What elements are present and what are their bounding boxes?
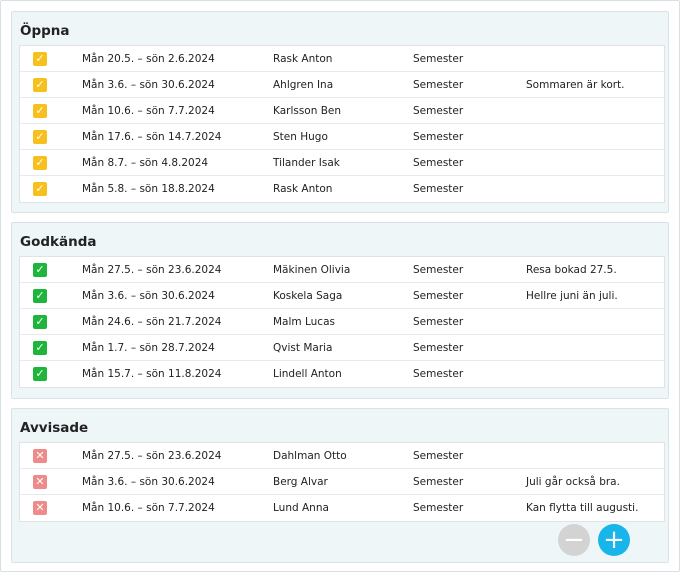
- absence-type: Semester: [413, 502, 464, 514]
- check-icon[interactable]: ✓: [33, 156, 47, 170]
- list-item[interactable]: ✕ Mån 3.6. – sön 30.6.2024 Berg Alvar Se…: [20, 469, 664, 495]
- list-item[interactable]: ✓ Mån 1.7. – sön 28.7.2024 Qvist Maria S…: [20, 335, 664, 361]
- minus-icon: −: [563, 525, 585, 555]
- app-frame: Öppna ✓ Mån 20.5. – sön 2.6.2024 Rask An…: [0, 0, 680, 572]
- check-icon[interactable]: ✓: [33, 367, 47, 381]
- check-icon[interactable]: ✓: [33, 182, 47, 196]
- section-title-rejected: Avvisade: [20, 420, 89, 436]
- date-range: Mån 3.6. – sön 30.6.2024: [82, 79, 215, 91]
- date-range: Mån 10.6. – sön 7.7.2024: [82, 502, 215, 514]
- employee-name: Qvist Maria: [273, 342, 333, 354]
- list-item[interactable]: ✓ Mån 20.5. – sön 2.6.2024 Rask Anton Se…: [20, 46, 664, 72]
- section-approved: Godkända ✓ Mån 27.5. – sön 23.6.2024 Mäk…: [11, 222, 669, 399]
- date-range: Mån 8.7. – sön 4.8.2024: [82, 157, 209, 169]
- date-range: Mån 1.7. – sön 28.7.2024: [82, 342, 215, 354]
- list-item[interactable]: ✕ Mån 10.6. – sön 7.7.2024 Lund Anna Sem…: [20, 495, 664, 521]
- plus-icon: +: [603, 525, 625, 555]
- employee-name: Mäkinen Olivia: [273, 264, 351, 276]
- employee-name: Karlsson Ben: [273, 105, 342, 117]
- employee-name: Rask Anton: [273, 53, 333, 65]
- check-icon[interactable]: ✓: [33, 104, 47, 118]
- date-range: Mån 15.7. – sön 11.8.2024: [82, 368, 222, 380]
- section-title-open: Öppna: [20, 23, 70, 39]
- check-icon[interactable]: ✓: [33, 341, 47, 355]
- check-icon[interactable]: ✓: [33, 78, 47, 92]
- list-approved: ✓ Mån 27.5. – sön 23.6.2024 Mäkinen Oliv…: [19, 256, 665, 388]
- list-item[interactable]: ✓ Mån 15.7. – sön 11.8.2024 Lindell Anto…: [20, 361, 664, 387]
- date-range: Mån 10.6. – sön 7.7.2024: [82, 105, 215, 117]
- absence-type: Semester: [413, 79, 464, 91]
- cross-icon[interactable]: ✕: [33, 475, 47, 489]
- check-icon[interactable]: ✓: [33, 52, 47, 66]
- check-icon[interactable]: ✓: [33, 289, 47, 303]
- check-icon[interactable]: ✓: [33, 263, 47, 277]
- list-item[interactable]: ✓ Mån 3.6. – sön 30.6.2024 Ahlgren Ina S…: [20, 72, 664, 98]
- employee-name: Koskela Saga: [273, 290, 343, 302]
- list-item[interactable]: ✓ Mån 5.8. – sön 18.8.2024 Rask Anton Se…: [20, 176, 664, 202]
- list-item[interactable]: ✓ Mån 17.6. – sön 14.7.2024 Sten Hugo Se…: [20, 124, 664, 150]
- absence-type: Semester: [413, 105, 464, 117]
- employee-name: Rask Anton: [273, 183, 333, 195]
- date-range: Mån 3.6. – sön 30.6.2024: [82, 476, 215, 488]
- employee-name: Malm Lucas: [273, 316, 335, 328]
- absence-type: Semester: [413, 131, 464, 143]
- list-item[interactable]: ✓ Mån 8.7. – sön 4.8.2024 Tilander Isak …: [20, 150, 664, 176]
- remove-button[interactable]: −: [558, 524, 590, 556]
- employee-name: Lindell Anton: [273, 368, 342, 380]
- check-icon[interactable]: ✓: [33, 130, 47, 144]
- employee-name: Dahlman Otto: [273, 450, 347, 462]
- employee-name: Ahlgren Ina: [273, 79, 334, 91]
- employee-name: Sten Hugo: [273, 131, 328, 143]
- employee-name: Tilander Isak: [273, 157, 340, 169]
- employee-name: Berg Alvar: [273, 476, 328, 488]
- absence-type: Semester: [413, 368, 464, 380]
- absence-type: Semester: [413, 476, 464, 488]
- employee-name: Lund Anna: [273, 502, 329, 514]
- absence-type: Semester: [413, 264, 464, 276]
- date-range: Mån 5.8. – sön 18.8.2024: [82, 183, 215, 195]
- absence-type: Semester: [413, 316, 464, 328]
- cross-icon[interactable]: ✕: [33, 501, 47, 515]
- note: Hellre juni än juli.: [526, 290, 618, 302]
- section-title-approved: Godkända: [20, 234, 97, 250]
- absence-type: Semester: [413, 450, 464, 462]
- absence-type: Semester: [413, 53, 464, 65]
- date-range: Mån 24.6. – sön 21.7.2024: [82, 316, 222, 328]
- note: Sommaren är kort.: [526, 79, 625, 91]
- list-item[interactable]: ✓ Mån 27.5. – sön 23.6.2024 Mäkinen Oliv…: [20, 257, 664, 283]
- list-item[interactable]: ✓ Mån 3.6. – sön 30.6.2024 Koskela Saga …: [20, 283, 664, 309]
- date-range: Mån 17.6. – sön 14.7.2024: [82, 131, 222, 143]
- absence-type: Semester: [413, 290, 464, 302]
- note: Kan flytta till augusti.: [526, 502, 639, 514]
- add-button[interactable]: +: [598, 524, 630, 556]
- list-item[interactable]: ✕ Mån 27.5. – sön 23.6.2024 Dahlman Otto…: [20, 443, 664, 469]
- absence-type: Semester: [413, 183, 464, 195]
- date-range: Mån 20.5. – sön 2.6.2024: [82, 53, 215, 65]
- list-item[interactable]: ✓ Mån 10.6. – sön 7.7.2024 Karlsson Ben …: [20, 98, 664, 124]
- section-open: Öppna ✓ Mån 20.5. – sön 2.6.2024 Rask An…: [11, 11, 669, 213]
- list-rejected: ✕ Mån 27.5. – sön 23.6.2024 Dahlman Otto…: [19, 442, 665, 522]
- cross-icon[interactable]: ✕: [33, 449, 47, 463]
- absence-type: Semester: [413, 342, 464, 354]
- date-range: Mån 27.5. – sön 23.6.2024: [82, 264, 222, 276]
- note: Resa bokad 27.5.: [526, 264, 617, 276]
- absence-type: Semester: [413, 157, 464, 169]
- list-open: ✓ Mån 20.5. – sön 2.6.2024 Rask Anton Se…: [19, 45, 665, 203]
- date-range: Mån 3.6. – sön 30.6.2024: [82, 290, 215, 302]
- note: Juli går också bra.: [526, 476, 620, 488]
- check-icon[interactable]: ✓: [33, 315, 47, 329]
- date-range: Mån 27.5. – sön 23.6.2024: [82, 450, 222, 462]
- list-item[interactable]: ✓ Mån 24.6. – sön 21.7.2024 Malm Lucas S…: [20, 309, 664, 335]
